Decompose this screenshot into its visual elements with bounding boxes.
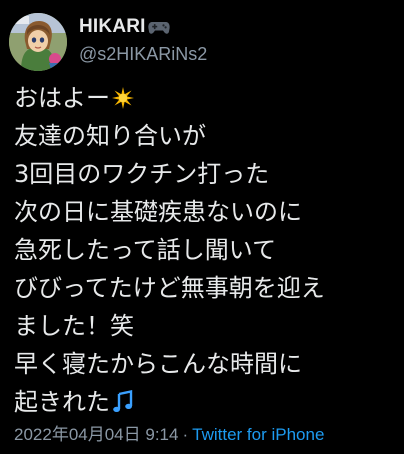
music-notes-icon [111, 387, 135, 412]
sparkle-icon [111, 83, 135, 109]
tweet-line: 3回目のワクチン打った [14, 160, 270, 188]
tweet-line: 次の日に基礎疾患ないのに [14, 198, 302, 226]
tweet-card: HIKARI @s2HIKARiNs2 おはよー 友達の知り合いが 3回目のワク… [0, 0, 404, 454]
avatar-image [9, 13, 67, 71]
footer-separator: · [182, 425, 189, 444]
tweet-line: 早く寝たからこんな時間に [14, 350, 302, 378]
gamepad-icon [147, 19, 170, 35]
tweet-line: おはよー [14, 79, 398, 117]
tweet-line: 急死したって話し聞いて [14, 236, 277, 264]
tweet-line: びびってたけど無事朝を迎え [14, 274, 325, 302]
tweet-line-text: 起きれた [14, 388, 110, 416]
tweet-text: おはよー 友達の知り合いが 3回目のワクチン打った 次の日に基礎疾患ないのに 急… [14, 79, 398, 421]
tweet-footer: 2022年04月04日 9:14 · Twitter for iPhone [14, 420, 324, 445]
display-name[interactable]: HIKARI [79, 16, 146, 38]
tweet-source-link[interactable]: Twitter for iPhone [192, 425, 324, 444]
tweet-line: 友達の知り合いが [14, 122, 206, 150]
tweet-line: ました！笑 [14, 312, 134, 340]
avatar[interactable] [9, 13, 67, 71]
user-handle[interactable]: @s2HIKARiNs2 [79, 44, 207, 65]
name-row: HIKARI [79, 15, 170, 39]
tweet-timestamp[interactable]: 2022年04月04日 9:14 [14, 425, 178, 444]
tweet-line: 起きれた [14, 383, 398, 421]
tweet-line-text: おはよー [14, 84, 110, 112]
